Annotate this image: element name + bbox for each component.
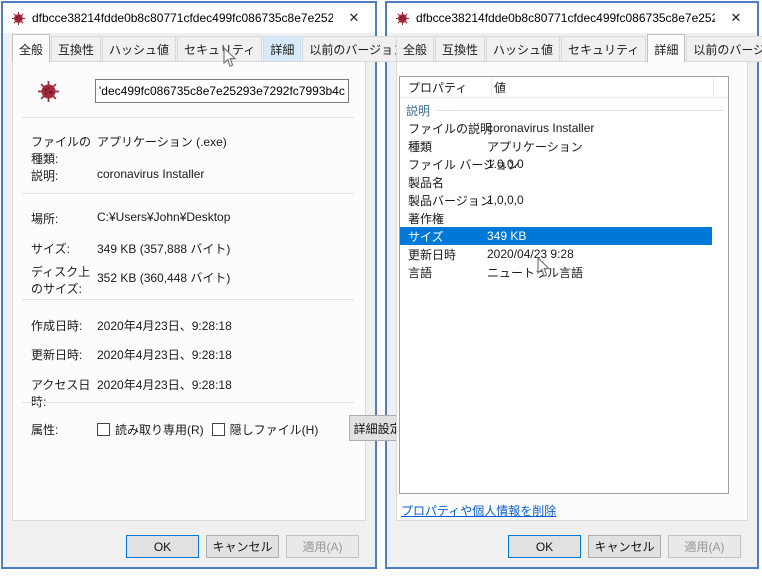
detail-row-file-version[interactable]: ファイル バージョン 1.0.0.0: [400, 155, 712, 173]
field-value: coronavirus Installer: [97, 167, 355, 184]
size-row: サイズ: 349 KB (357,888 バイト): [31, 240, 355, 257]
separator: [22, 193, 354, 194]
tab-security[interactable]: セキュリティ: [561, 36, 646, 62]
apply-button[interactable]: 適用(A): [286, 535, 359, 558]
close-button[interactable]: ✕: [333, 3, 375, 33]
window-title: dfbcce38214fdde0b8c80771cfdec499fc086735…: [32, 11, 333, 25]
cancel-button[interactable]: キャンセル: [588, 535, 661, 558]
field-label: ファイルの種類:: [31, 133, 97, 167]
general-tab-page: ファイルの種類: アプリケーション (.exe) 説明: coronavirus…: [12, 61, 366, 521]
detail-row-file-description[interactable]: ファイルの説明 coronavirus Installer: [400, 119, 712, 137]
field-label: 説明:: [31, 167, 97, 184]
field-value: 2020年4月23日、9:28:18: [97, 317, 355, 334]
attributes-label: 属性:: [31, 421, 97, 438]
tab-general[interactable]: 全般: [396, 36, 434, 62]
detail-row-modified-date[interactable]: 更新日時 2020/04/23 9:28: [400, 245, 712, 263]
tab-security[interactable]: セキュリティ: [177, 36, 262, 62]
properties-dialog-details: dfbcce38214fdde0b8c80771cfdec499fc086735…: [385, 1, 759, 569]
cancel-button[interactable]: キャンセル: [206, 535, 279, 558]
field-label: 場所:: [31, 210, 97, 227]
field-value: C:¥Users¥John¥Desktop: [97, 210, 355, 227]
column-header-value[interactable]: 値: [492, 77, 714, 97]
readonly-checkbox[interactable]: [97, 423, 110, 436]
tab-bar: 全般 互換性 ハッシュ値 セキュリティ 詳細 以前のバージョン: [3, 33, 375, 62]
size-on-disk-row: ディスク上 のサイズ: 352 KB (360,448 バイト): [31, 263, 355, 297]
mouse-cursor: [223, 47, 237, 68]
tab-hash[interactable]: ハッシュ値: [486, 36, 560, 62]
separator: [22, 117, 354, 118]
dialog-buttons: OK キャンセル 適用(A): [3, 535, 375, 558]
hidden-checkbox-label: 隠しファイル(H): [230, 421, 319, 438]
ok-button[interactable]: OK: [508, 535, 581, 558]
mouse-cursor: [537, 257, 551, 278]
description-row: 説明: coronavirus Installer: [31, 167, 355, 184]
field-value: 2020年4月23日、9:28:18: [97, 346, 355, 363]
field-value: 2020年4月23日、9:28:18: [97, 376, 355, 410]
close-button[interactable]: ✕: [715, 3, 757, 33]
filename-input[interactable]: [95, 79, 349, 103]
ok-button[interactable]: OK: [126, 535, 199, 558]
tab-details[interactable]: 詳細: [263, 36, 301, 62]
separator: [22, 299, 354, 300]
dialog-buttons: OK キャンセル 適用(A): [387, 535, 757, 558]
field-label: アクセス日時:: [31, 376, 97, 410]
detail-row-product-version[interactable]: 製品バージョン 1,0,0,0: [400, 191, 712, 209]
group-header-description: 説明: [400, 102, 728, 119]
properties-list[interactable]: プロパティ 値 説明 ファイルの説明 coronavirus Installer…: [399, 76, 729, 494]
title-bar: dfbcce38214fdde0b8c80771cfdec499fc086735…: [3, 3, 375, 33]
field-label: サイズ:: [31, 240, 97, 257]
group-header-line: [436, 110, 724, 111]
close-icon: ✕: [731, 10, 742, 26]
field-label: 作成日時:: [31, 317, 97, 334]
details-tab-page: プロパティ 値 説明 ファイルの説明 coronavirus Installer…: [396, 61, 748, 521]
tab-general[interactable]: 全般: [12, 34, 50, 63]
modified-row: 更新日時: 2020年4月23日、9:28:18: [31, 346, 355, 363]
detail-row-size-selected[interactable]: サイズ 349 KB: [400, 227, 712, 245]
remove-properties-link[interactable]: プロパティや個人情報を削除: [401, 502, 556, 519]
tab-hash[interactable]: ハッシュ値: [102, 36, 176, 62]
location-row: 場所: C:¥Users¥John¥Desktop: [31, 210, 355, 227]
list-header: プロパティ 値: [400, 77, 728, 98]
tab-compatibility[interactable]: 互換性: [51, 36, 101, 62]
detail-row-copyright[interactable]: 著作権: [400, 209, 712, 227]
field-value: 349 KB (357,888 バイト): [97, 240, 355, 257]
created-row: 作成日時: 2020年4月23日、9:28:18: [31, 317, 355, 334]
column-header-property[interactable]: プロパティ: [400, 77, 492, 97]
title-bar: dfbcce38214fdde0b8c80771cfdec499fc086735…: [387, 3, 757, 33]
tab-previous-versions[interactable]: 以前のバージョン: [686, 36, 762, 62]
apply-button[interactable]: 適用(A): [668, 535, 741, 558]
tab-details[interactable]: 詳細: [647, 34, 685, 63]
separator: [22, 402, 354, 403]
hidden-checkbox[interactable]: [212, 423, 225, 436]
readonly-checkbox-label: 読み取り専用(R): [115, 421, 204, 438]
virus-file-icon: [12, 12, 25, 25]
virus-file-icon: [396, 12, 409, 25]
field-label: 更新日時:: [31, 346, 97, 363]
detail-row-product-name[interactable]: 製品名: [400, 173, 712, 191]
window-title: dfbcce38214fdde0b8c80771cfdec499fc086735…: [416, 11, 715, 25]
accessed-row: アクセス日時: 2020年4月23日、9:28:18: [31, 376, 355, 410]
attributes-row: 属性: 読み取り専用(R) 隠しファイル(H) 詳細設定(D)...: [31, 421, 355, 438]
detail-row-type[interactable]: 種類 アプリケーション: [400, 137, 712, 155]
tab-bar: 全般 互換性 ハッシュ値 セキュリティ 詳細 以前のバージョン: [387, 33, 757, 62]
field-value: 352 KB (360,448 バイト): [97, 263, 355, 297]
detail-row-language[interactable]: 言語 ニュートラル言語: [400, 263, 712, 281]
field-value: アプリケーション (.exe): [97, 133, 355, 167]
file-type-row: ファイルの種類: アプリケーション (.exe): [31, 133, 355, 167]
close-icon: ✕: [349, 10, 360, 26]
tab-compatibility[interactable]: 互換性: [435, 36, 485, 62]
properties-dialog-general: dfbcce38214fdde0b8c80771cfdec499fc086735…: [1, 1, 377, 569]
virus-file-icon: [38, 81, 59, 102]
field-label: ディスク上 のサイズ:: [31, 263, 97, 297]
